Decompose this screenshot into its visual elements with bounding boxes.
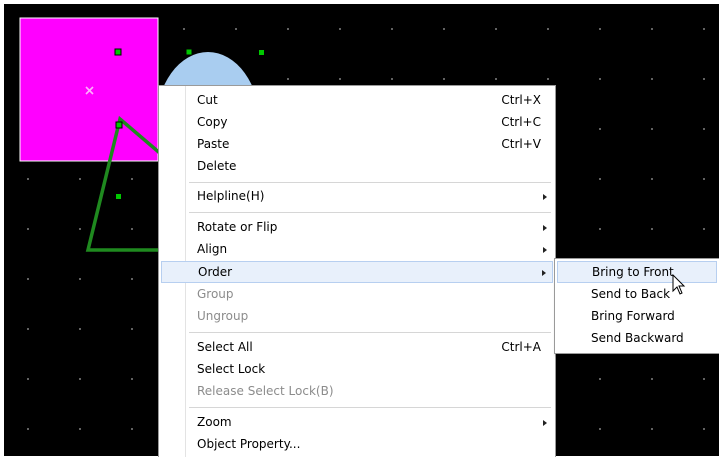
chevron-right-icon xyxy=(543,194,547,200)
menu-item-select-lock[interactable]: Select Lock xyxy=(161,359,553,381)
menu-item-group[interactable]: Group xyxy=(161,284,553,306)
menu-item-shortcut: Ctrl+C xyxy=(501,115,541,129)
menu-item-paste[interactable]: Paste Ctrl+V xyxy=(161,134,553,156)
menu-item-label: Bring Forward xyxy=(591,309,675,323)
menu-item-label: Bring to Front xyxy=(592,265,674,279)
menu-item-shortcut: Ctrl+X xyxy=(501,93,541,107)
menu-item-align[interactable]: Align xyxy=(161,239,553,261)
menu-item-label: Send Backward xyxy=(591,331,684,345)
selection-handle[interactable] xyxy=(259,50,264,55)
menu-item-release-select-lock[interactable]: Release Select Lock(B) xyxy=(161,381,553,403)
order-submenu: Bring to Front Send to Back Bring Forwar… xyxy=(554,258,719,354)
chevron-right-icon xyxy=(543,247,547,253)
menu-item-select-all[interactable]: Select All Ctrl+A xyxy=(161,337,553,359)
arrow-cursor-icon xyxy=(672,274,686,295)
menu-item-shortcut: Ctrl+V xyxy=(501,137,541,151)
menu-item-object-property[interactable]: Object Property... xyxy=(161,434,553,456)
menu-item-label: Rotate or Flip xyxy=(197,220,278,234)
menu-item-label: Delete xyxy=(197,159,237,173)
menu-item-label: Copy xyxy=(197,115,228,129)
menu-separator xyxy=(189,407,551,408)
context-menu: Cut Ctrl+X Copy Ctrl+C Paste Ctrl+V Dele… xyxy=(158,85,556,457)
menu-separator xyxy=(189,182,551,183)
menu-item-shortcut: Ctrl+A xyxy=(501,340,541,354)
menu-item-label: Release Select Lock(B) xyxy=(197,384,334,398)
menu-item-zoom[interactable]: Zoom xyxy=(161,412,553,434)
menu-item-label: Select Lock xyxy=(197,362,266,376)
menu-separator xyxy=(189,332,551,333)
selection-handle[interactable] xyxy=(185,48,193,56)
menu-item-label: Zoom xyxy=(197,415,232,429)
menu-item-label: Send to Back xyxy=(591,287,671,301)
menu-separator xyxy=(189,212,551,213)
menu-item-label: Object Property... xyxy=(197,437,301,451)
submenu-item-send-backward[interactable]: Send Backward xyxy=(557,328,717,350)
menu-item-label: Align xyxy=(197,242,228,256)
submenu-item-send-to-back[interactable]: Send to Back xyxy=(557,284,717,306)
menu-item-rotate-flip[interactable]: Rotate or Flip xyxy=(161,217,553,239)
menu-item-delete[interactable]: Delete xyxy=(161,156,553,178)
submenu-item-bring-forward[interactable]: Bring Forward xyxy=(557,306,717,328)
menu-item-label: Select All xyxy=(197,340,253,354)
menu-item-label: Paste xyxy=(197,137,230,151)
menu-item-copy[interactable]: Copy Ctrl+C xyxy=(161,112,553,134)
menu-item-label: Helpline(H) xyxy=(197,189,265,203)
menu-item-ungroup[interactable]: Ungroup xyxy=(161,306,553,328)
selection-handle[interactable] xyxy=(116,194,121,199)
menu-item-label: Order xyxy=(198,265,233,279)
menu-item-cut[interactable]: Cut Ctrl+X xyxy=(161,90,553,112)
chevron-right-icon xyxy=(542,270,546,276)
menu-item-order[interactable]: Order xyxy=(161,261,553,283)
chevron-right-icon xyxy=(543,420,547,426)
menu-item-helpline[interactable]: Helpline(H) xyxy=(161,186,553,208)
menu-item-label: Cut xyxy=(197,93,218,107)
selection-handle[interactable] xyxy=(115,121,123,129)
submenu-item-bring-to-front[interactable]: Bring to Front xyxy=(557,261,717,283)
selection-handle[interactable] xyxy=(114,48,122,56)
menu-item-label: Group xyxy=(197,287,234,301)
chevron-right-icon xyxy=(543,225,547,231)
menu-item-label: Ungroup xyxy=(197,309,249,323)
